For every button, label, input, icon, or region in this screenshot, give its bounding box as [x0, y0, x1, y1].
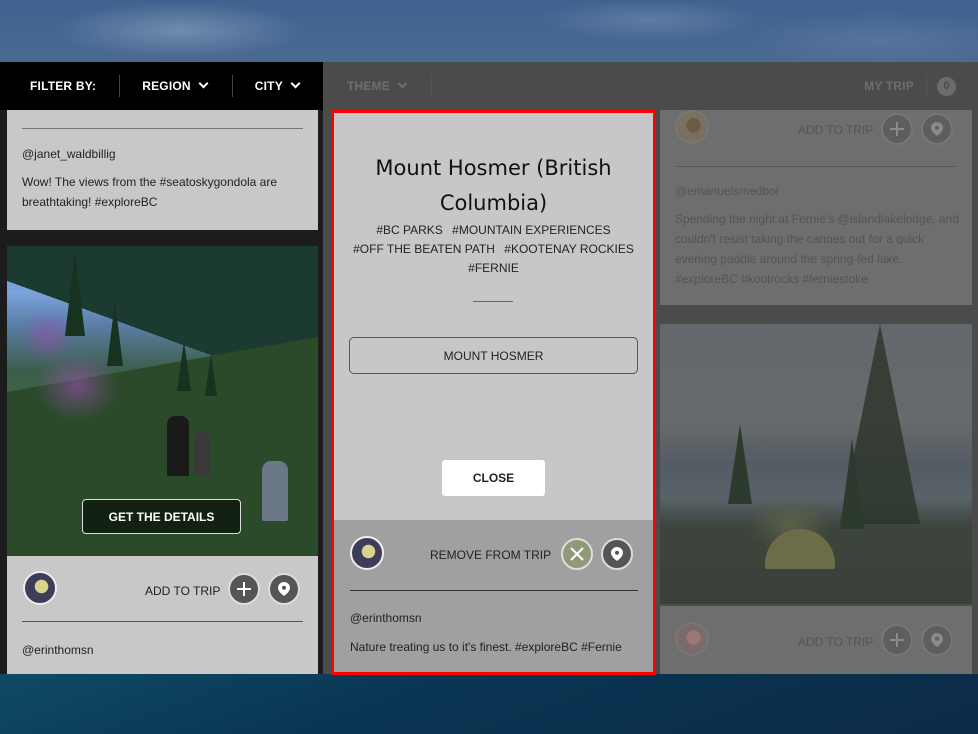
- divider: [22, 128, 303, 129]
- chevron-down-icon: [290, 78, 301, 88]
- modal-title: Mount Hosmer (British Columbia): [375, 156, 612, 215]
- divider: [119, 75, 121, 97]
- divider: [926, 75, 927, 97]
- map-pin-icon: [611, 547, 623, 561]
- get-the-details-button[interactable]: GET THE DETAILS: [82, 499, 241, 534]
- tree-shape: [840, 439, 864, 529]
- user-avatar[interactable]: [350, 536, 384, 570]
- add-to-trip-label[interactable]: ADD TO TRIP: [145, 584, 220, 598]
- map-pin-icon: [931, 633, 943, 647]
- map-location-button[interactable]: [601, 538, 633, 570]
- post-caption: Spending the night at Fernie's @islandla…: [675, 212, 959, 286]
- filter-theme-dropdown[interactable]: THEME: [347, 78, 408, 93]
- post-card-dimmed: ADD TO TRIP: [660, 606, 972, 674]
- modal-post-footer: REMOVE FROM TRIP @erinthomsn Nature trea…: [334, 520, 653, 672]
- background-sky: [0, 0, 978, 62]
- divider: [22, 621, 303, 622]
- tree-shape: [65, 251, 85, 336]
- post-card-dimmed: ADD TO TRIP @emanuelsmedbol Spending the…: [660, 110, 972, 305]
- filter-region-dropdown[interactable]: REGION: [142, 78, 209, 93]
- user-avatar[interactable]: [675, 622, 709, 656]
- post-caption: Wow! The views from the #seatoskygondola…: [22, 175, 278, 209]
- hiker-figure: [167, 416, 189, 476]
- divider: [431, 75, 432, 97]
- tag-link[interactable]: #KOOTENAY ROCKIES: [504, 242, 634, 256]
- tree-shape: [728, 424, 752, 504]
- remove-from-trip-label[interactable]: REMOVE FROM TRIP: [430, 548, 551, 562]
- tag-link[interactable]: #OFF THE BEATEN PATH: [353, 242, 495, 256]
- post-photo-hiking: GET THE DETAILS: [7, 246, 318, 556]
- tree-shape: [107, 301, 123, 366]
- add-to-trip-button[interactable]: [881, 624, 913, 656]
- post-handle[interactable]: @emanuelsmedbol: [675, 184, 779, 198]
- filter-city-label: CITY: [254, 79, 283, 93]
- background-water: [0, 674, 978, 734]
- user-avatar[interactable]: [675, 110, 709, 144]
- divider: [350, 590, 638, 591]
- tree-shape: [205, 354, 217, 396]
- map-pin-icon: [278, 582, 290, 596]
- tag-link[interactable]: #BC PARKS: [376, 223, 442, 237]
- plus-icon: [890, 122, 904, 136]
- map-location-button[interactable]: [921, 624, 953, 656]
- post-card: ADD TO TRIP @erinthomsn: [7, 556, 318, 674]
- post-handle[interactable]: @janet_waldbillig: [22, 147, 116, 161]
- location-detail-modal: Mount Hosmer (British Columbia) #BC PARK…: [331, 110, 656, 675]
- plus-icon: [890, 633, 904, 647]
- post-caption: Nature treating us to it's finest. #expl…: [350, 640, 622, 654]
- divider: [473, 301, 513, 302]
- add-to-trip-label[interactable]: ADD TO TRIP: [798, 635, 873, 649]
- filter-theme-label: THEME: [347, 79, 390, 93]
- tag-link[interactable]: #MOUNTAIN EXPERIENCES: [452, 223, 610, 237]
- filter-city-dropdown[interactable]: CITY: [254, 78, 301, 93]
- divider: [675, 166, 956, 167]
- divider: [231, 75, 233, 97]
- hiker-figure: [194, 431, 210, 476]
- user-avatar[interactable]: [23, 571, 57, 605]
- map-pin-icon: [931, 122, 943, 136]
- tree-shape: [177, 341, 191, 391]
- add-to-trip-label[interactable]: ADD TO TRIP: [798, 123, 873, 137]
- filter-bar: FILTER BY: REGION CITY: [0, 62, 323, 110]
- my-trip-link[interactable]: MY TRIP: [864, 79, 914, 93]
- remove-from-trip-button[interactable]: [561, 538, 593, 570]
- filter-by-label: FILTER BY:: [30, 79, 97, 93]
- close-button[interactable]: CLOSE: [442, 460, 545, 496]
- post-handle[interactable]: @erinthomsn: [22, 643, 94, 657]
- tag-link[interactable]: #FERNIE: [468, 261, 519, 275]
- map-location-button[interactable]: [268, 573, 300, 605]
- plus-icon: [237, 582, 251, 596]
- my-trip-count-badge: 0: [937, 76, 956, 96]
- add-to-trip-button[interactable]: [228, 573, 260, 605]
- filter-bar-dimmed: THEME MY TRIP 0: [323, 62, 978, 110]
- post-card: @janet_waldbillig Wow! The views from th…: [7, 110, 318, 230]
- filter-region-label: REGION: [142, 79, 191, 93]
- post-handle[interactable]: @erinthomsn: [350, 611, 422, 625]
- chevron-down-icon: [397, 78, 408, 88]
- post-photo-campsite: GET THE DETAILS: [660, 324, 972, 604]
- location-tag-button[interactable]: MOUNT HOSMER: [349, 337, 638, 374]
- chevron-down-icon: [198, 78, 209, 88]
- modal-tags: #BC PARKS #MOUNTAIN EXPERIENCES #OFF THE…: [334, 221, 653, 278]
- add-to-trip-button[interactable]: [881, 113, 913, 145]
- tent-shape: [765, 529, 835, 569]
- map-location-button[interactable]: [921, 113, 953, 145]
- app-window: FILTER BY: REGION CITY THEME MY TRIP 0 @…: [0, 62, 978, 675]
- hiker-figure: [262, 461, 288, 521]
- close-x-icon: [570, 547, 584, 561]
